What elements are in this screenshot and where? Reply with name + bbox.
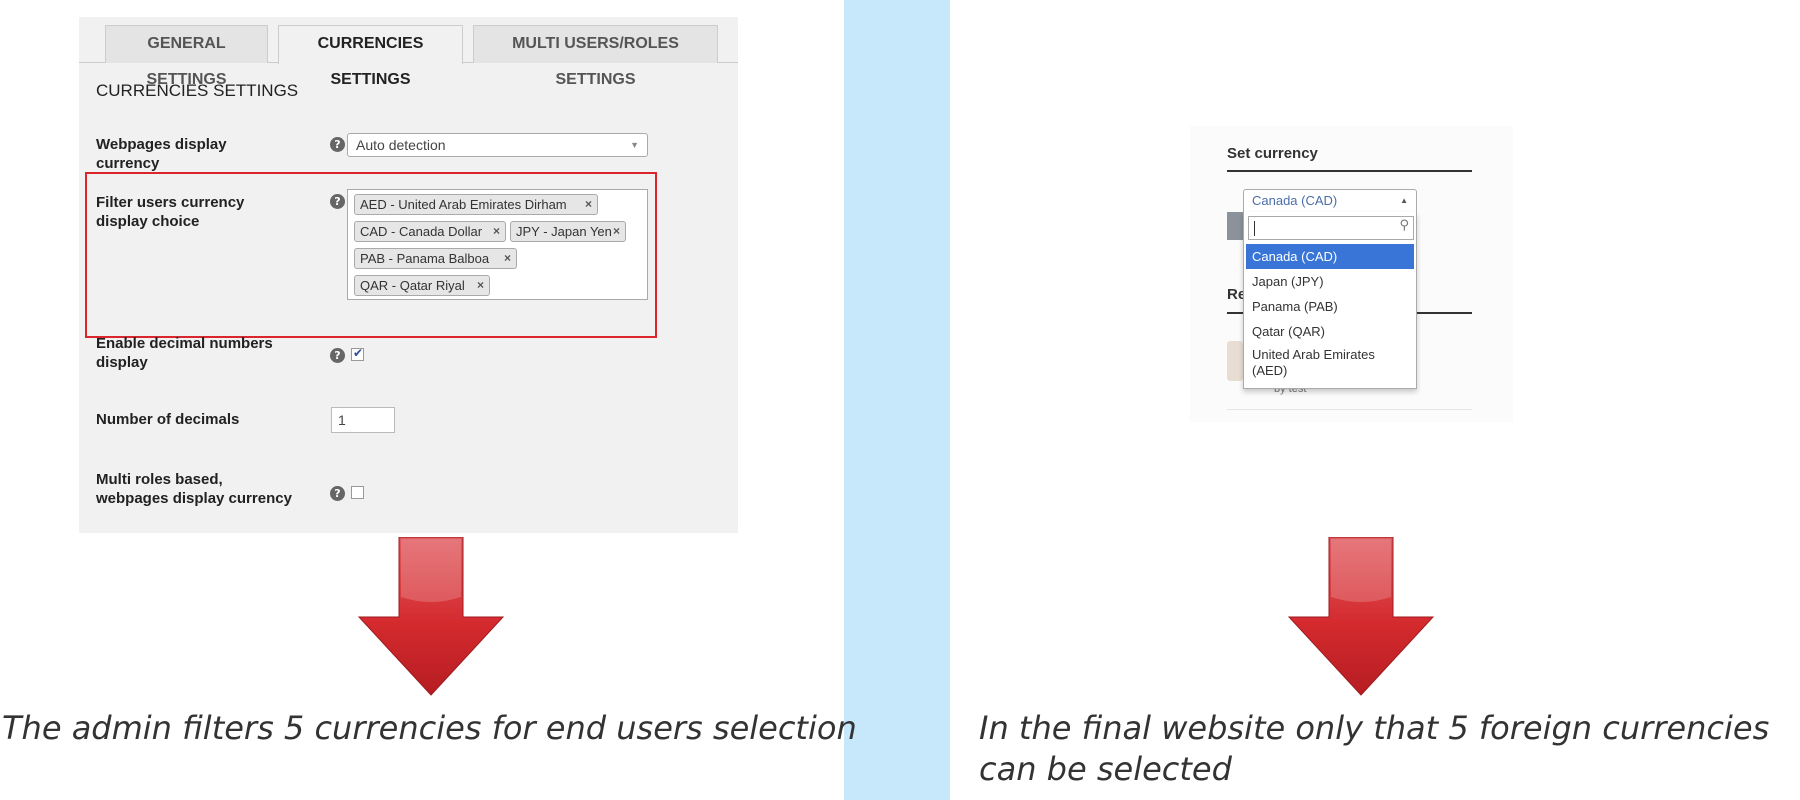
currency-option[interactable]: United Arab Emirates (AED) — [1246, 347, 1386, 379]
chevron-up-icon: ▲ — [1400, 196, 1408, 205]
divider-band — [844, 0, 950, 800]
settings-tab-bar: GENERAL SETTINGS CURRENCIES SETTINGS MUL… — [79, 17, 738, 88]
currency-chip: AED - United Arab Emirates Dirham × — [354, 194, 598, 215]
arrow-down-icon — [357, 537, 505, 696]
currency-option[interactable]: Panama (PAB) — [1246, 294, 1414, 319]
number-of-decimals-label: Number of decimals — [96, 411, 240, 428]
currency-chip: QAR - Qatar Riyal × — [354, 275, 490, 296]
currency-option[interactable]: Qatar (QAR) — [1246, 319, 1414, 344]
search-icon: ⚲ — [1399, 217, 1409, 232]
currency-chip: PAB - Panama Balboa × — [354, 248, 517, 269]
help-icon[interactable]: ? — [330, 194, 345, 209]
section-title: CURRENCIES SETTINGS — [96, 81, 299, 100]
filter-currency-label: Filter users currency display choice — [96, 194, 245, 230]
help-icon[interactable]: ? — [330, 348, 345, 363]
left-caption: The admin filters 5 currencies for end u… — [2, 709, 857, 747]
currency-chip-label: PAB - Panama Balboa — [360, 251, 490, 266]
help-icon[interactable]: ? — [330, 486, 345, 501]
multi-roles-label: Multi roles based, webpages display curr… — [96, 471, 292, 507]
currency-option[interactable]: Japan (JPY) — [1246, 269, 1414, 294]
currency-select[interactable]: Canada (CAD) ▲ — [1243, 189, 1417, 213]
currency-select-value: Canada (CAD) — [1252, 193, 1338, 208]
currency-chip-label: CAD - Canada Dollar — [360, 224, 483, 239]
close-icon[interactable]: × — [493, 222, 500, 241]
tab-multi-users-roles-settings[interactable]: MULTI USERS/ROLES SETTINGS — [473, 25, 718, 88]
number-of-decimals-input[interactable]: 1 — [331, 407, 395, 433]
currency-chip-label: JPY - Japan Yen — [516, 224, 612, 239]
close-icon[interactable]: × — [504, 249, 511, 268]
multi-roles-checkbox[interactable] — [351, 486, 364, 499]
close-icon[interactable]: × — [613, 222, 620, 241]
help-icon[interactable]: ? — [330, 137, 345, 152]
currency-chip: CAD - Canada Dollar × — [354, 221, 506, 242]
close-icon[interactable]: × — [477, 276, 484, 295]
display-currency-value: Auto detection — [356, 137, 446, 153]
currency-chip-label: AED - United Arab Emirates Dirham — [360, 197, 567, 212]
currency-search-input[interactable]: ⚲ — [1248, 216, 1414, 240]
currency-chip-label: QAR - Qatar Riyal — [360, 278, 465, 293]
widget-title: Set currency — [1227, 145, 1318, 162]
currency-dropdown: ⚲ Canada (CAD) Japan (JPY) Panama (PAB) … — [1243, 212, 1417, 389]
tab-general-settings[interactable]: GENERAL SETTINGS — [105, 25, 268, 88]
close-icon[interactable]: × — [585, 195, 592, 214]
product-thumbnail[interactable] — [1227, 341, 1243, 381]
checkmark-icon: ✔ — [353, 346, 364, 360]
admin-settings-panel: GENERAL SETTINGS CURRENCIES SETTINGS MUL… — [79, 17, 738, 533]
right-caption: In the final website only that 5 foreign… — [979, 709, 1770, 788]
currency-widget: Set currency Re by test Canada (CAD) ▲ ⚲… — [1190, 126, 1513, 422]
widget-divider — [1227, 409, 1472, 410]
display-currency-label: Webpages display currency — [96, 136, 227, 172]
currency-chip: JPY - Japan Yen × — [510, 221, 626, 242]
tab-currencies-settings[interactable]: CURRENCIES SETTINGS — [278, 25, 463, 88]
currency-option[interactable]: Canada (CAD) — [1246, 244, 1414, 269]
decimal-display-checkbox[interactable]: ✔ — [351, 346, 364, 361]
arrow-down-icon — [1287, 537, 1435, 696]
currency-filter-multiselect[interactable]: AED - United Arab Emirates Dirham × CAD … — [347, 189, 648, 300]
widget-divider — [1227, 170, 1472, 172]
decimal-display-label: Enable decimal numbers display — [96, 335, 273, 371]
display-currency-select[interactable]: Auto detection ▼ — [347, 133, 648, 157]
text-caret — [1254, 221, 1255, 236]
chevron-down-icon: ▼ — [630, 140, 639, 150]
